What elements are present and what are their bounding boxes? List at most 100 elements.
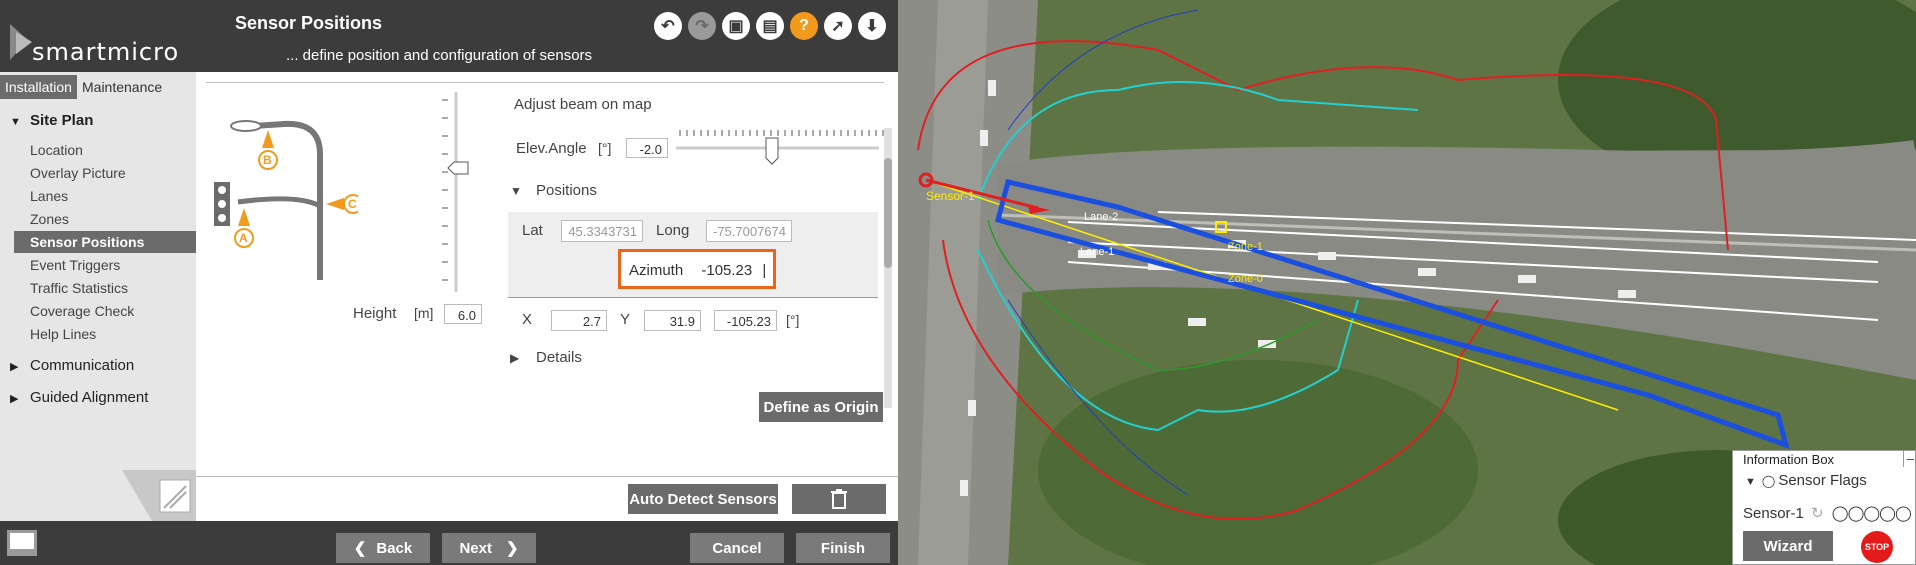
x-field[interactable]: 2.7 [551,310,607,331]
elevation-slider-handle[interactable] [765,137,779,165]
sidebar-item-coverage-check[interactable]: Coverage Check [14,300,196,322]
orientation-field[interactable]: -105.23 [714,310,777,331]
pointer-help-button[interactable]: ➚ [824,12,852,40]
beam-section-title: Adjust beam on map [514,96,652,113]
details-section-label: Details [536,349,582,366]
footer-bar: ❮ Back Next ❯ Cancel Finish [0,521,898,565]
details-section-toggle[interactable]: ▶ Details [510,349,582,366]
undo-button[interactable]: ↶ [654,12,682,40]
map-zone-label: Zone-1 [1228,241,1263,253]
map-lane-label: Lane-2 [1084,211,1118,223]
refresh-icon[interactable]: ↻ [1811,505,1824,522]
sidebar-item-location[interactable]: Location [14,139,196,161]
mount-label-b: B [263,153,272,167]
sensor-position-content: B A C Height [m] 6.0 Adjust beam on map … [196,72,898,521]
wizard-button[interactable]: Wizard [1743,531,1833,561]
sidebar: ▼ Site Plan Location Overlay Picture Lane… [0,100,196,521]
chevron-left-icon: ❮ [353,540,367,557]
map-lane-label: Lane-1 [1080,246,1114,258]
sensor-flags-toggle[interactable]: ▼ ◯ Sensor Flags [1745,472,1867,489]
sidebar-item-overlay-picture[interactable]: Overlay Picture [14,162,196,184]
height-unit: [m] [414,305,434,321]
sidebar-item-sensor-positions[interactable]: Sensor Positions [14,231,196,253]
sidebar-item-traffic-statistics[interactable]: Traffic Statistics [14,277,196,299]
map-sensor-label: Sensor-1 [926,189,975,203]
finish-button[interactable]: Finish [796,533,890,563]
positions-section-label: Positions [536,182,597,199]
help-button[interactable]: ? [790,12,818,40]
azimuth-field[interactable]: Azimuth -105.23 | [618,249,776,289]
smartmicro-logo: smartmicro [6,20,202,66]
information-box: Information Box – ▼ ◯ Sensor Flags Sensor-… [1732,450,1916,565]
y-label: Y [620,311,631,328]
mount-label-a: A [239,231,248,245]
mode-tabs: Installation Maintenance [0,72,196,100]
save-button[interactable]: ▣ [722,12,750,40]
download-icon: ⬇ [865,18,879,35]
back-label: Back [376,539,413,557]
scrollbar-thumb[interactable] [884,158,892,268]
save-icon: ▣ [728,18,744,35]
height-field[interactable]: 6.0 [444,304,482,324]
collapsed-arrow-icon: ▶ [510,351,520,365]
pointer-help-icon: ➚ [831,18,845,35]
delete-sensor-button[interactable] [792,484,886,514]
site-plan-label: Site Plan [30,112,94,129]
elevation-angle-label: Elev.Angle [516,140,587,157]
cancel-button[interactable]: Cancel [690,533,784,563]
map-zone-label: Zone-0 [1228,273,1263,285]
y-field[interactable]: 31.9 [644,310,701,331]
tab-installation[interactable]: Installation [0,75,77,99]
elevation-angle-slider[interactable] [674,126,884,170]
panel-toggle-icon[interactable] [6,529,38,557]
sidebar-item-event-triggers[interactable]: Event Triggers [14,254,196,276]
expanded-arrow-icon: ▼ [10,116,21,128]
x-label: X [522,311,533,328]
elevation-angle-field[interactable]: -2.0 [626,138,668,158]
longitude-label: Long [656,222,690,239]
elevation-angle-unit: [°] [598,140,612,156]
height-slider-handle[interactable] [447,161,469,175]
sensor-name: Sensor-1 [1743,505,1804,522]
download-button[interactable]: ⬇ [858,12,886,40]
next-label: Next [459,539,492,557]
tab-maintenance[interactable]: Maintenance [77,75,167,99]
sidebar-section-guided-alignment[interactable]: ▶ Guided Alignment [10,389,148,406]
sidebar-item-lanes[interactable]: Lanes [14,185,196,207]
sidebar-section-site-plan[interactable]: ▼ Site Plan [10,112,93,129]
redo-icon: ↷ [695,18,709,35]
auto-detect-sensors-button[interactable]: Auto Detect Sensors [628,484,778,514]
back-button[interactable]: ❮ Back [336,533,430,563]
define-as-origin-button[interactable]: Define as Origin [759,392,883,422]
save-as-icon: ▤ [762,18,778,35]
positions-section-toggle[interactable]: ▼ Positions [510,182,597,199]
redo-button[interactable]: ↷ [688,12,716,40]
stop-button[interactable]: STOP [1861,531,1893,563]
page-title: Sensor Positions [235,13,383,33]
help-icon: ? [799,17,809,34]
sensor-status-row: Sensor-1 ↻ ◯◯◯◯◯ [1743,504,1912,522]
corner-decoration-icon [122,470,196,521]
minimize-button[interactable]: – [1903,451,1916,467]
height-slider[interactable] [434,92,470,292]
sidebar-item-help-lines[interactable]: Help Lines [14,323,196,345]
divider [508,297,878,298]
azimuth-label: Azimuth [629,262,684,279]
guided-alignment-label: Guided Alignment [30,389,149,406]
header-bar: smartmicro Sensor Positions ... define p… [0,0,898,72]
communication-label: Communication [30,357,135,374]
sidebar-section-communication[interactable]: ▶ Communication [10,357,134,374]
information-box-title: Information Box [1743,452,1835,467]
brand-name: smartmicro [32,38,180,66]
chevron-right-icon: ❯ [505,540,519,557]
content-scrollbar[interactable] [884,128,892,408]
sidebar-item-zones[interactable]: Zones [14,208,196,230]
save-as-button[interactable]: ▤ [756,12,784,40]
expanded-arrow-icon: ▼ [510,184,522,198]
sensor-flags-label: Sensor Flags [1778,472,1867,489]
undo-icon: ↶ [661,18,675,35]
next-button[interactable]: Next ❯ [442,533,536,563]
status-flags-icon: ◯◯◯◯◯ [1831,505,1912,522]
trash-icon [831,489,847,509]
height-label: Height [353,305,397,322]
